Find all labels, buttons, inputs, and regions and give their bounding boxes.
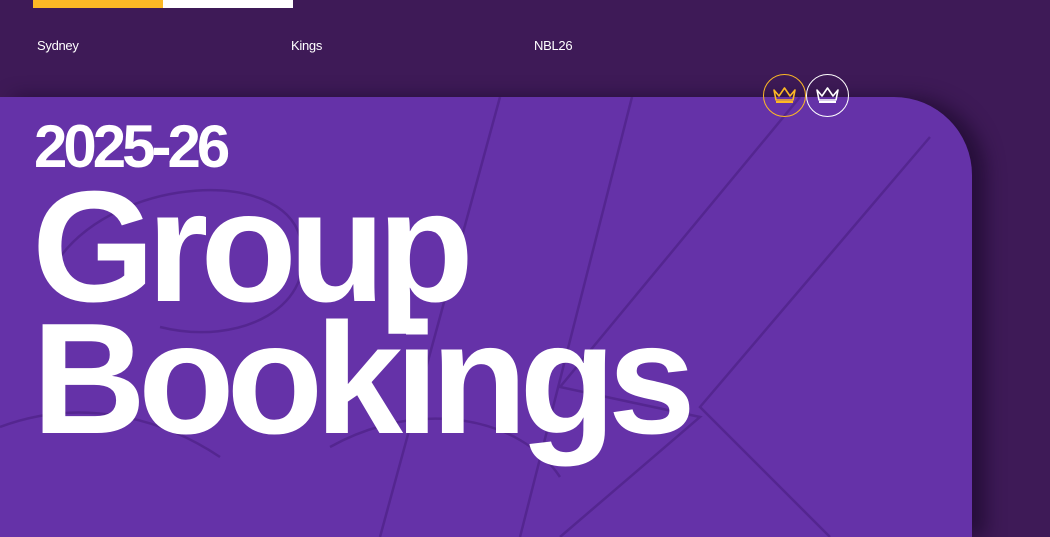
crown-icon [816, 87, 839, 103]
crown-badge-gold[interactable] [763, 74, 806, 117]
meta-team: Kings [291, 38, 323, 53]
page-title: Group Bookings [32, 168, 696, 467]
headline-line-2: Bookings [32, 291, 696, 467]
brand-stripe-white [163, 0, 293, 8]
crown-icon [773, 87, 796, 103]
meta-league: NBL26 [534, 38, 573, 53]
crown-badge-white[interactable] [806, 74, 849, 117]
hero-card: 2025-26 Group Bookings [0, 97, 972, 537]
meta-city: Sydney [37, 38, 79, 53]
brand-stripe-gold [33, 0, 163, 8]
